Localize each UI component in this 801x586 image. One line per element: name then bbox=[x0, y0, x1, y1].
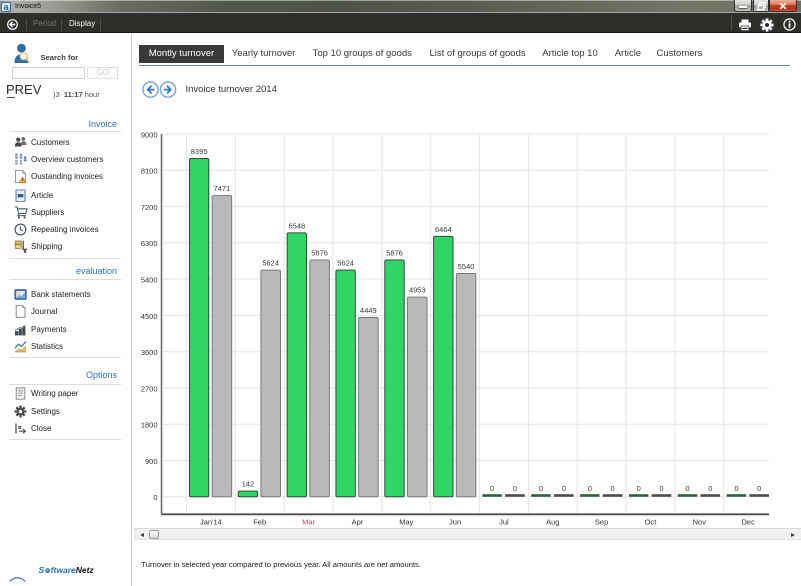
svg-text:3600: 3600 bbox=[141, 348, 158, 357]
svg-text:Nov: Nov bbox=[693, 518, 707, 527]
svg-text:6548: 6548 bbox=[288, 221, 305, 230]
svg-text:Jun: Jun bbox=[449, 518, 461, 527]
svg-text:5876: 5876 bbox=[311, 249, 328, 258]
svg-text:0: 0 bbox=[513, 484, 517, 493]
svg-text:4953: 4953 bbox=[409, 286, 426, 295]
svg-text:6300: 6300 bbox=[141, 239, 158, 248]
svg-text:0: 0 bbox=[637, 484, 641, 493]
svg-text:Jul: Jul bbox=[499, 518, 509, 527]
svg-text:5400: 5400 bbox=[141, 276, 158, 285]
svg-text:Feb: Feb bbox=[253, 518, 266, 527]
svg-text:Apr: Apr bbox=[352, 518, 364, 527]
svg-text:May: May bbox=[399, 518, 413, 527]
svg-text:1800: 1800 bbox=[141, 421, 158, 430]
svg-text:5876: 5876 bbox=[386, 249, 403, 258]
svg-text:5624: 5624 bbox=[262, 259, 279, 268]
svg-text:7200: 7200 bbox=[141, 203, 158, 212]
svg-text:0: 0 bbox=[734, 484, 738, 493]
svg-text:2700: 2700 bbox=[141, 384, 158, 393]
svg-text:Aug: Aug bbox=[546, 518, 559, 527]
svg-text:Sep: Sep bbox=[595, 518, 608, 527]
svg-text:0: 0 bbox=[611, 484, 615, 493]
svg-text:0: 0 bbox=[685, 484, 689, 493]
svg-text:Mar: Mar bbox=[302, 518, 315, 527]
svg-text:0: 0 bbox=[539, 484, 543, 493]
svg-text:8395: 8395 bbox=[191, 147, 208, 156]
svg-text:0: 0 bbox=[757, 484, 761, 493]
svg-text:Oct: Oct bbox=[645, 518, 658, 527]
svg-text:0: 0 bbox=[562, 484, 566, 493]
svg-text:0: 0 bbox=[588, 484, 592, 493]
svg-text:6464: 6464 bbox=[435, 225, 452, 234]
svg-text:Dec: Dec bbox=[742, 518, 756, 527]
svg-text:4500: 4500 bbox=[141, 312, 158, 321]
svg-text:Jan'14: Jan'14 bbox=[200, 518, 222, 527]
svg-text:142: 142 bbox=[242, 480, 255, 489]
svg-text:5540: 5540 bbox=[458, 262, 475, 271]
svg-text:8100: 8100 bbox=[141, 167, 158, 176]
svg-text:900: 900 bbox=[145, 457, 158, 466]
svg-text:0: 0 bbox=[708, 484, 712, 493]
svg-text:5624: 5624 bbox=[337, 259, 354, 268]
svg-text:7471: 7471 bbox=[214, 184, 231, 193]
svg-text:9000: 9000 bbox=[141, 130, 158, 139]
svg-text:4449: 4449 bbox=[360, 306, 377, 315]
svg-text:0: 0 bbox=[659, 484, 663, 493]
svg-text:0: 0 bbox=[153, 493, 157, 502]
svg-text:0: 0 bbox=[490, 484, 494, 493]
